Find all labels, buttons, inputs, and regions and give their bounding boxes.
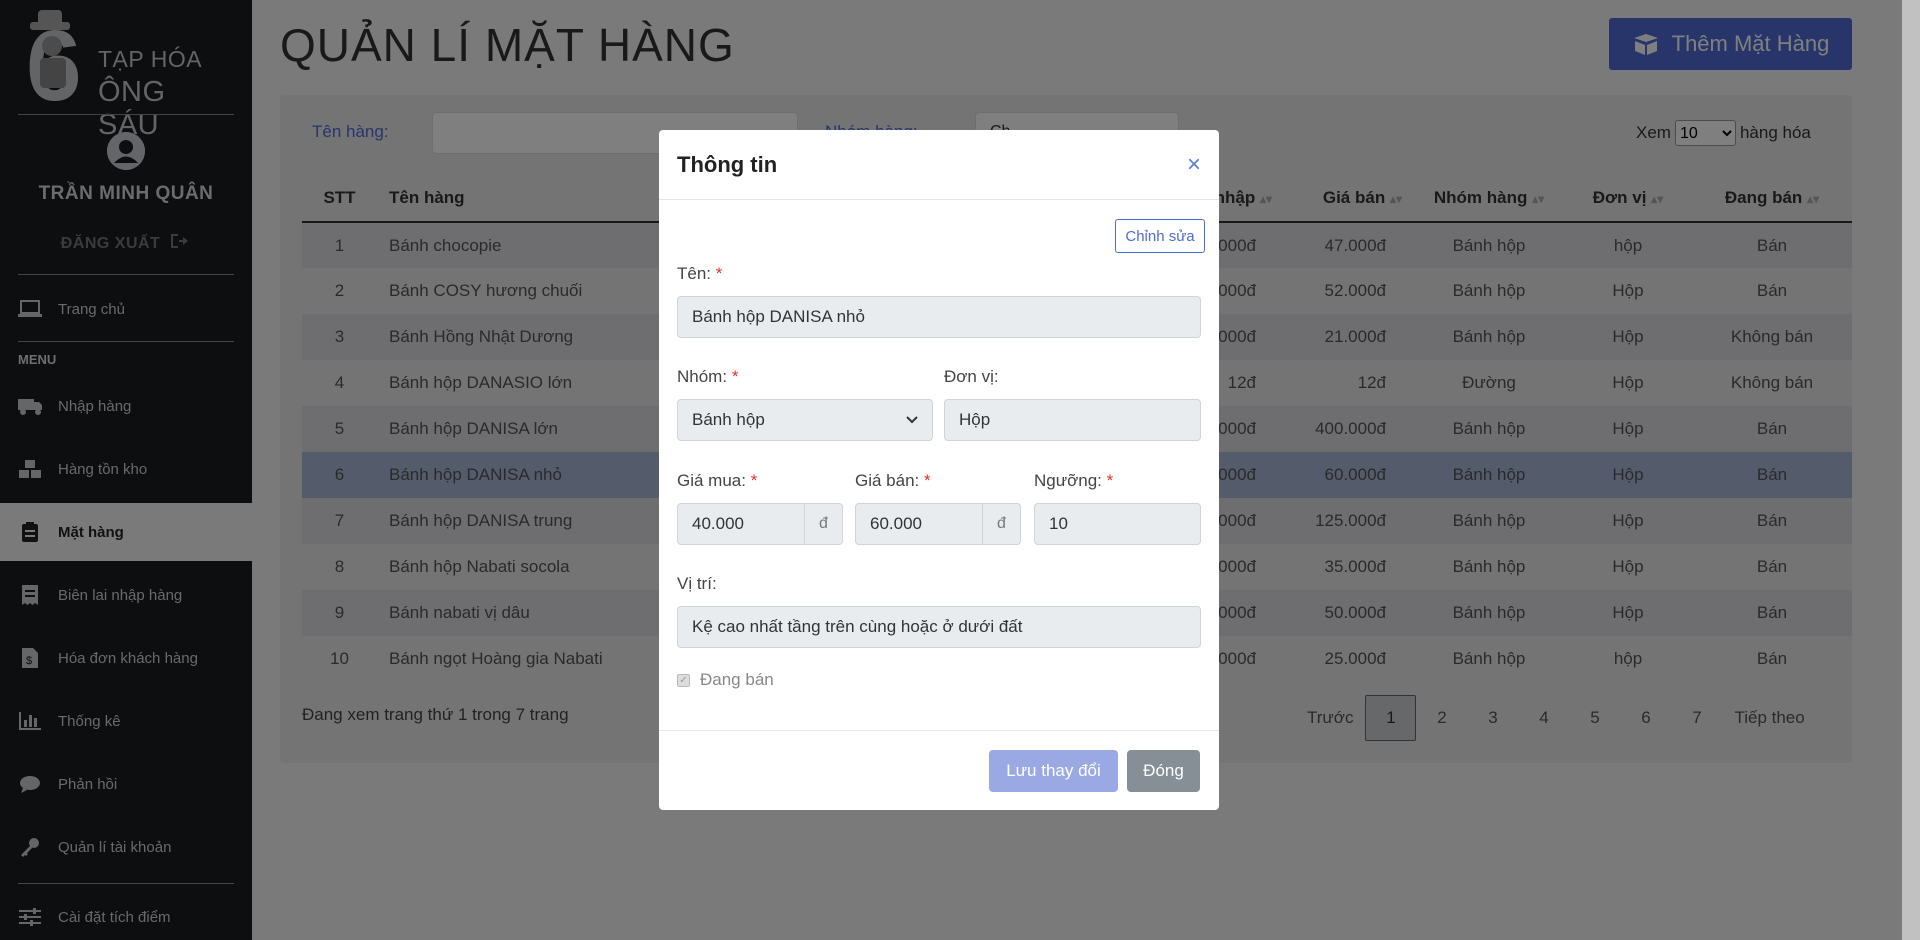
name-label-text: Tên:	[677, 264, 712, 283]
close-icon[interactable]: ×	[1187, 151, 1201, 179]
sell-currency-addon: đ	[983, 503, 1021, 545]
buy-price-field[interactable]: 40.000	[677, 503, 805, 545]
required-mark: *	[750, 471, 758, 490]
modal-header: Thông tin ×	[659, 130, 1219, 200]
required-mark: *	[731, 367, 739, 386]
group-label-text: Nhóm:	[677, 367, 728, 386]
unit-label: Đơn vị:	[944, 367, 999, 386]
threshold-label-text: Ngưỡng:	[1034, 471, 1102, 490]
selling-checkbox[interactable]: ✓	[677, 673, 690, 687]
location-field[interactable]: Kệ cao nhất tầng trên cùng hoặc ở dưới đ…	[677, 606, 1201, 648]
page-scrollbar[interactable]	[1902, 0, 1920, 940]
edit-button[interactable]: Chỉnh sửa	[1115, 219, 1205, 253]
required-mark: *	[715, 264, 723, 283]
save-changes-button[interactable]: Lưu thay đổi	[989, 750, 1118, 792]
buy-price-label: Giá mua: *	[677, 471, 757, 491]
modal-footer: Lưu thay đổi Đóng	[659, 730, 1219, 810]
required-mark: *	[924, 471, 931, 490]
name-label: Tên: *	[677, 264, 722, 284]
name-field[interactable]: Bánh hộp DANISA nhỏ	[677, 296, 1201, 338]
group-select-value: Bánh hộp	[692, 410, 765, 429]
threshold-label: Ngưỡng: *	[1034, 471, 1113, 491]
buy-currency-addon: đ	[805, 503, 843, 545]
buy-price-label-text: Giá mua:	[677, 471, 746, 490]
location-label: Vị trí:	[677, 574, 717, 593]
chevron-down-icon	[906, 416, 918, 424]
sell-price-label-text: Giá bán:	[855, 471, 920, 490]
group-select[interactable]: Bánh hộp	[677, 399, 933, 441]
group-label: Nhóm: *	[677, 367, 738, 387]
selling-label: Đang bán	[700, 670, 774, 689]
unit-field[interactable]: Hộp	[944, 399, 1201, 441]
threshold-field[interactable]: 10	[1034, 503, 1201, 545]
close-button[interactable]: Đóng	[1127, 750, 1200, 792]
product-info-modal: Thông tin × Chỉnh sửa Tên: * Bánh hộp DA…	[659, 130, 1219, 810]
modal-title: Thông tin	[677, 151, 778, 177]
selling-checkbox-row[interactable]: ✓ Đang bán	[677, 670, 774, 690]
sell-price-field[interactable]: 60.000	[855, 503, 983, 545]
required-mark: *	[1106, 471, 1114, 490]
sell-price-label: Giá bán: *	[855, 471, 931, 491]
